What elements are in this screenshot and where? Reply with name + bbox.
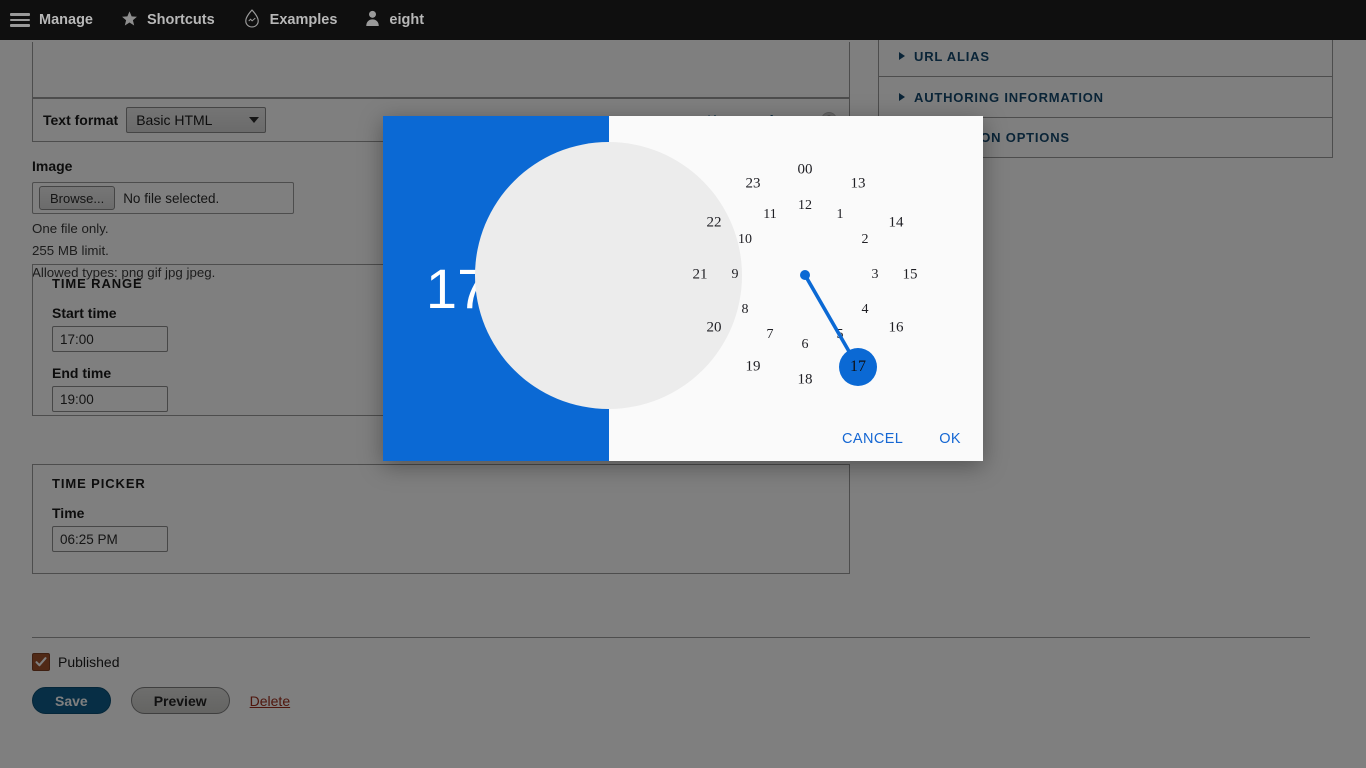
form-actions: Save Preview Delete — [32, 687, 290, 714]
hamburger-icon — [10, 13, 30, 27]
time-picker-fieldset: TIME PICKER Time — [32, 464, 850, 574]
dialog-buttons: CANCEL OK — [838, 425, 965, 453]
text-format-select[interactable]: Basic HTML — [126, 107, 267, 133]
sidebar-item-label: URL ALIAS — [914, 48, 990, 64]
clock-number[interactable]: 19 — [746, 359, 761, 376]
clock-number[interactable]: 13 — [851, 176, 866, 193]
star-icon — [121, 10, 138, 31]
form-divider — [32, 637, 1310, 638]
clock-number[interactable]: 20 — [707, 320, 722, 337]
cancel-button[interactable]: CANCEL — [838, 425, 907, 453]
preview-button[interactable]: Preview — [130, 687, 230, 714]
end-time-input[interactable] — [52, 386, 168, 412]
sidebar-item-authoring-information[interactable]: AUTHORING INFORMATION — [878, 76, 1333, 117]
time-picker-legend: TIME PICKER — [52, 476, 146, 491]
start-time-input[interactable] — [52, 326, 168, 352]
toolbar-item-examples[interactable]: Examples — [229, 0, 352, 40]
dialog-clock-area: 00 13 14 15 16 17 18 19 20 21 22 23 12 1 2 3 4 5 6 7 8 9 10 11 … — [475, 116, 983, 461]
toolbar-item-label: Examples — [269, 12, 338, 28]
text-format-selected-value: Basic HTML — [136, 112, 213, 128]
time-label: Time — [52, 505, 85, 521]
time-picker-clock-dialog: 17:00 0013141516171819202122231212345678… — [383, 116, 983, 461]
clock-number[interactable]: 11 — [763, 207, 776, 223]
clock-number-selected[interactable]: 17 — [850, 358, 866, 376]
time-input[interactable] — [52, 526, 168, 552]
image-file-input[interactable]: Browse... No file selected. — [32, 182, 294, 214]
clock-number[interactable]: 3 — [872, 267, 879, 283]
time-range-legend: TIME RANGE — [52, 276, 143, 291]
clock-number[interactable]: 9 — [732, 267, 739, 283]
toolbar-item-user[interactable]: eight — [351, 0, 438, 40]
clock-number[interactable]: 18 — [798, 372, 813, 389]
clock-number[interactable]: 00 — [798, 162, 813, 179]
clock-number[interactable]: 10 — [738, 232, 752, 248]
ok-button[interactable]: OK — [935, 425, 965, 453]
clock-number[interactable]: 14 — [889, 215, 904, 232]
clock-face[interactable]: 00 13 14 15 16 17 18 19 20 21 22 23 12 1 2 3 4 5 6 7 8 9 10 11 — [475, 116, 983, 461]
clock-number[interactable]: 5 — [837, 327, 844, 343]
clock-number[interactable]: 4 — [862, 302, 869, 318]
clock-number[interactable]: 15 — [903, 267, 918, 284]
clock-number[interactable]: 8 — [742, 302, 749, 318]
text-format-label: Text format — [43, 112, 119, 128]
browse-button[interactable]: Browse... — [39, 186, 116, 210]
published-checkbox[interactable] — [32, 653, 50, 671]
published-label: Published — [58, 654, 120, 670]
chevron-down-icon — [249, 117, 260, 123]
toolbar-item-label: Shortcuts — [147, 12, 215, 28]
clock-number[interactable]: 12 — [798, 198, 812, 214]
admin-toolbar: Manage Shortcuts Examples eight — [0, 0, 1366, 40]
clock-number[interactable]: 1 — [837, 207, 844, 223]
user-icon — [365, 10, 380, 31]
clock-number[interactable]: 23 — [746, 176, 761, 193]
published-row: Published — [32, 653, 120, 671]
chevron-right-icon — [899, 52, 905, 60]
clock-number[interactable]: 21 — [693, 267, 708, 284]
clock-number[interactable]: 7 — [767, 327, 774, 343]
body-editor-textarea[interactable] — [32, 42, 850, 98]
chevron-right-icon — [899, 93, 905, 101]
toolbar-item-manage[interactable]: Manage — [0, 0, 107, 40]
clock-number[interactable]: 22 — [707, 215, 722, 232]
save-button[interactable]: Save — [32, 687, 111, 714]
delete-link[interactable]: Delete — [250, 693, 290, 709]
file-selected-status: No file selected. — [123, 190, 220, 206]
clock-number[interactable]: 6 — [802, 337, 809, 353]
toolbar-item-label: Manage — [39, 12, 93, 28]
toolbar-item-label: eight — [389, 12, 425, 28]
clock-number[interactable]: 16 — [889, 320, 904, 337]
sidebar-item-label: AUTHORING INFORMATION — [914, 89, 1104, 105]
drupal-drop-icon — [243, 8, 261, 32]
sidebar-item-url-alias[interactable]: URL ALIAS — [878, 35, 1333, 76]
clock-number[interactable]: 2 — [862, 232, 869, 248]
toolbar-item-shortcuts[interactable]: Shortcuts — [107, 0, 229, 40]
